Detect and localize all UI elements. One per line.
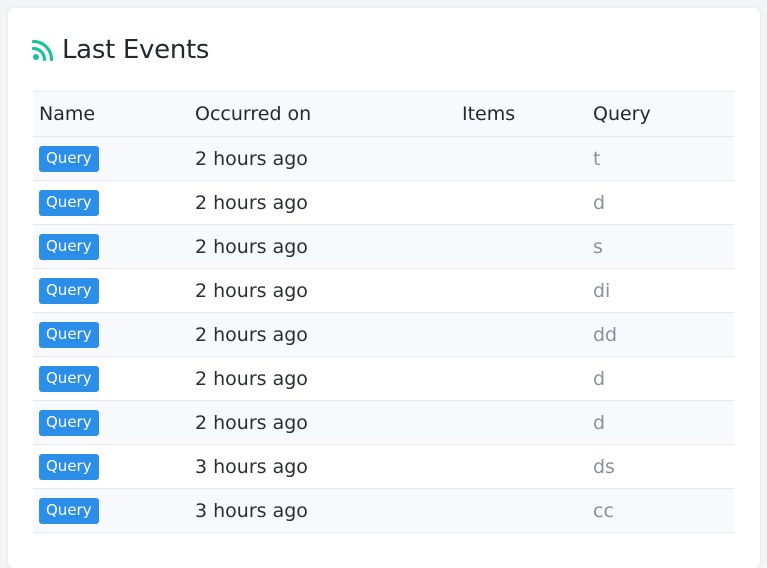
occurred-on-cell: 2 hours ago (189, 356, 456, 401)
name-cell: Query (33, 356, 189, 401)
occurred-on-cell: 2 hours ago (189, 180, 456, 225)
table-row: Query 2 hours ago t (33, 136, 734, 181)
column-header-occurred-on: Occurred on (189, 91, 456, 137)
name-cell: Query (33, 444, 189, 489)
query-cell: d (587, 180, 734, 225)
event-type-badge: Query (39, 365, 99, 392)
items-cell (456, 488, 587, 533)
items-cell (456, 356, 587, 401)
name-cell: Query (33, 224, 189, 269)
event-type-badge: Query (39, 145, 99, 172)
events-table: Name Occurred on Items Query Query 2 hou… (33, 91, 734, 533)
query-cell: t (587, 136, 734, 181)
name-cell: Query (33, 136, 189, 181)
table-row: Query 3 hours ago cc (33, 488, 734, 533)
query-cell: dd (587, 312, 734, 357)
name-cell: Query (33, 400, 189, 445)
event-type-badge: Query (39, 189, 99, 216)
table-row: Query 3 hours ago ds (33, 444, 734, 489)
occurred-on-cell: 3 hours ago (189, 488, 456, 533)
name-cell: Query (33, 268, 189, 313)
card-header: Last Events (31, 32, 210, 68)
query-cell: di (587, 268, 734, 313)
last-events-card: Last Events Name Occurred on Items Query… (8, 8, 760, 568)
card-title: Last Events (62, 35, 210, 65)
occurred-on-cell: 2 hours ago (189, 312, 456, 357)
event-type-badge: Query (39, 233, 99, 260)
table-row: Query 2 hours ago s (33, 224, 734, 269)
occurred-on-cell: 2 hours ago (189, 136, 456, 181)
event-type-badge: Query (39, 409, 99, 436)
table-row: Query 2 hours ago d (33, 356, 734, 401)
event-type-badge: Query (39, 453, 99, 480)
table-row: Query 2 hours ago di (33, 268, 734, 313)
column-header-name: Name (33, 91, 189, 137)
items-cell (456, 268, 587, 313)
query-cell: d (587, 400, 734, 445)
rss-icon (31, 39, 54, 62)
query-cell: d (587, 356, 734, 401)
items-cell (456, 400, 587, 445)
items-cell (456, 444, 587, 489)
occurred-on-cell: 2 hours ago (189, 268, 456, 313)
query-cell: cc (587, 488, 734, 533)
items-cell (456, 312, 587, 357)
event-type-badge: Query (39, 321, 99, 348)
items-cell (456, 136, 587, 181)
name-cell: Query (33, 180, 189, 225)
query-cell: s (587, 224, 734, 269)
name-cell: Query (33, 488, 189, 533)
column-header-query: Query (587, 91, 734, 137)
occurred-on-cell: 2 hours ago (189, 400, 456, 445)
items-cell (456, 180, 587, 225)
occurred-on-cell: 2 hours ago (189, 224, 456, 269)
items-cell (456, 224, 587, 269)
event-type-badge: Query (39, 497, 99, 524)
column-header-items: Items (456, 91, 587, 137)
event-type-badge: Query (39, 277, 99, 304)
occurred-on-cell: 3 hours ago (189, 444, 456, 489)
name-cell: Query (33, 312, 189, 357)
table-row: Query 2 hours ago d (33, 400, 734, 445)
table-header-row: Name Occurred on Items Query (33, 91, 734, 137)
table-row: Query 2 hours ago dd (33, 312, 734, 357)
query-cell: ds (587, 444, 734, 489)
table-row: Query 2 hours ago d (33, 180, 734, 225)
